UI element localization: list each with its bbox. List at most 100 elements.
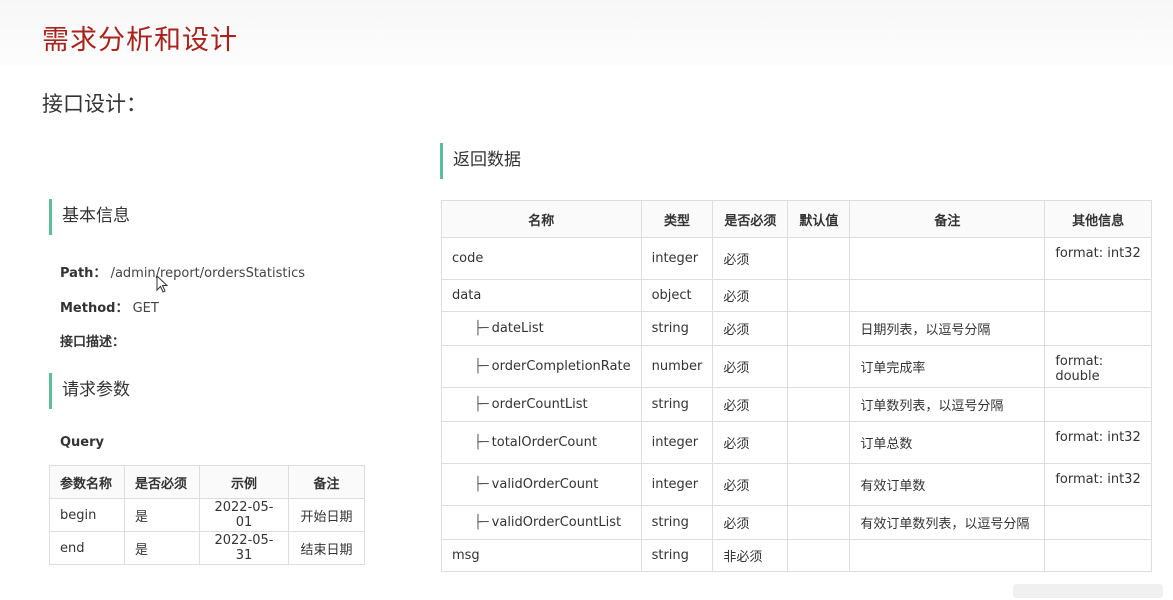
desc-label: 接口描述：	[60, 335, 126, 350]
tree-branch-icon: ├─	[474, 321, 489, 336]
col-header-example: 示例	[199, 465, 289, 499]
tree-branch-icon: ├─	[474, 477, 489, 492]
param-example-cell: 2022-05-01	[199, 498, 289, 532]
field-type-cell: integer	[640, 421, 714, 464]
col-header-note: 备注	[288, 465, 365, 499]
path-row: Path： /admin/report/ordersStatistics	[60, 262, 305, 281]
col-header-required: 是否必须	[712, 200, 789, 238]
page-subtitle: 接口设计：	[42, 92, 147, 116]
field-name: code	[452, 251, 484, 266]
col-header-type: 类型	[640, 200, 714, 238]
request-params-table: 参数名称 是否必须 示例 备注 begin 是 2022-05-01 开始日期 …	[49, 465, 365, 565]
field-note-cell	[849, 279, 1046, 312]
field-other-cell	[1044, 311, 1152, 346]
field-other-cell	[1044, 539, 1152, 572]
field-note-cell: 订单总数	[849, 421, 1046, 464]
col-header-default: 默认值	[787, 200, 851, 238]
field-required-cell: 必须	[712, 505, 789, 540]
query-label: Query	[60, 435, 105, 450]
field-name-cell: msg	[441, 539, 642, 572]
section-heading-response: 返回数据	[440, 143, 521, 179]
param-example-cell: 2022-05-31	[199, 531, 289, 565]
param-note-cell: 结束日期	[288, 531, 365, 565]
param-name-cell: end	[49, 531, 125, 565]
field-name-cell: ├─ validOrderCountList	[441, 505, 642, 540]
path-label: Path：	[60, 266, 107, 281]
field-other-cell: format: int32	[1044, 421, 1152, 464]
field-other-cell: format: double	[1044, 345, 1152, 388]
field-note-cell: 订单数列表，以逗号分隔	[849, 387, 1046, 422]
param-required-cell: 是	[124, 498, 200, 532]
field-required-cell: 必须	[712, 237, 789, 280]
field-default-cell	[787, 345, 851, 388]
col-header-note: 备注	[849, 200, 1046, 238]
col-header-other: 其他信息	[1044, 200, 1152, 238]
table-row: ├─ totalOrderCount integer 必须 订单总数 format: in…	[441, 421, 1152, 464]
table-row: ├─ orderCompletionRate number 必须 订单完成率 format…	[441, 345, 1152, 388]
field-name-cell: ├─ validOrderCount	[441, 463, 642, 506]
field-required-cell: 必须	[712, 279, 789, 312]
field-required-cell: 必须	[712, 387, 789, 422]
param-note-cell: 开始日期	[288, 498, 365, 532]
table-row: begin 是 2022-05-01 开始日期	[49, 498, 365, 532]
field-other-cell	[1044, 387, 1152, 422]
field-name: dateList	[491, 321, 544, 336]
table-row: msg string 非必须	[441, 539, 1152, 572]
field-other-cell	[1044, 505, 1152, 540]
method-row: Method： GET	[60, 297, 159, 316]
field-note-cell: 订单完成率	[849, 345, 1046, 388]
path-value: /admin/report/ordersStatistics	[110, 266, 306, 281]
field-type-cell: string	[640, 539, 714, 572]
table-row: code integer 必须 format: int32	[441, 237, 1152, 280]
col-header-param-name: 参数名称	[49, 465, 125, 499]
field-type-cell: string	[640, 505, 714, 540]
field-type-cell: string	[640, 387, 714, 422]
field-other-cell: format: int32	[1044, 463, 1152, 506]
field-required-cell: 必须	[712, 463, 789, 506]
method-label: Method：	[60, 301, 129, 316]
field-note-cell: 有效订单数	[849, 463, 1046, 506]
field-name: validOrderCountList	[491, 515, 622, 530]
field-name-cell: data	[441, 279, 642, 312]
col-header-required: 是否必须	[124, 465, 200, 499]
section-heading-request-params: 请求参数	[49, 373, 130, 409]
mouse-cursor-icon	[156, 275, 168, 293]
field-name: totalOrderCount	[491, 435, 597, 450]
field-required-cell: 非必须	[712, 539, 789, 572]
field-type-cell: object	[640, 279, 714, 312]
field-default-cell	[787, 421, 851, 464]
field-default-cell	[787, 237, 851, 280]
tree-branch-icon: ├─	[474, 435, 489, 450]
field-note-cell	[849, 539, 1046, 572]
field-name-cell: ├─ totalOrderCount	[441, 421, 642, 464]
table-row: ├─ validOrderCountList string 必须 有效订单数列表，以逗号…	[441, 505, 1152, 540]
field-type-cell: string	[640, 311, 714, 346]
param-required-cell: 是	[124, 531, 200, 565]
table-header-row: 名称 类型 是否必须 默认值 备注 其他信息	[441, 200, 1152, 238]
page-title: 需求分析和设计	[42, 25, 238, 56]
field-name-cell: ├─ dateList	[441, 311, 642, 346]
field-other-cell: format: int32	[1044, 237, 1152, 280]
table-row: ├─ orderCountList string 必须 订单数列表，以逗号分隔	[441, 387, 1152, 422]
desc-row: 接口描述：	[60, 331, 125, 350]
field-default-cell	[787, 463, 851, 506]
field-name-cell: code	[441, 237, 642, 280]
tree-branch-icon: ├─	[474, 359, 489, 374]
field-other-cell	[1044, 279, 1152, 312]
field-name-cell: ├─ orderCompletionRate	[441, 345, 642, 388]
field-default-cell	[787, 539, 851, 572]
field-default-cell	[787, 387, 851, 422]
field-type-cell: integer	[640, 237, 714, 280]
field-name: orderCompletionRate	[491, 359, 631, 374]
field-note-cell: 有效订单数列表，以逗号分隔	[849, 505, 1046, 540]
field-default-cell	[787, 505, 851, 540]
field-note-cell: 日期列表，以逗号分隔	[849, 311, 1046, 346]
table-row: data object 必须	[441, 279, 1152, 312]
table-header-row: 参数名称 是否必须 示例 备注	[49, 465, 365, 499]
field-type-cell: integer	[640, 463, 714, 506]
field-note-cell	[849, 237, 1046, 280]
field-default-cell	[787, 311, 851, 346]
field-default-cell	[787, 279, 851, 312]
table-row: ├─ validOrderCount integer 必须 有效订单数 format: i…	[441, 463, 1152, 506]
field-name: orderCountList	[491, 397, 588, 412]
